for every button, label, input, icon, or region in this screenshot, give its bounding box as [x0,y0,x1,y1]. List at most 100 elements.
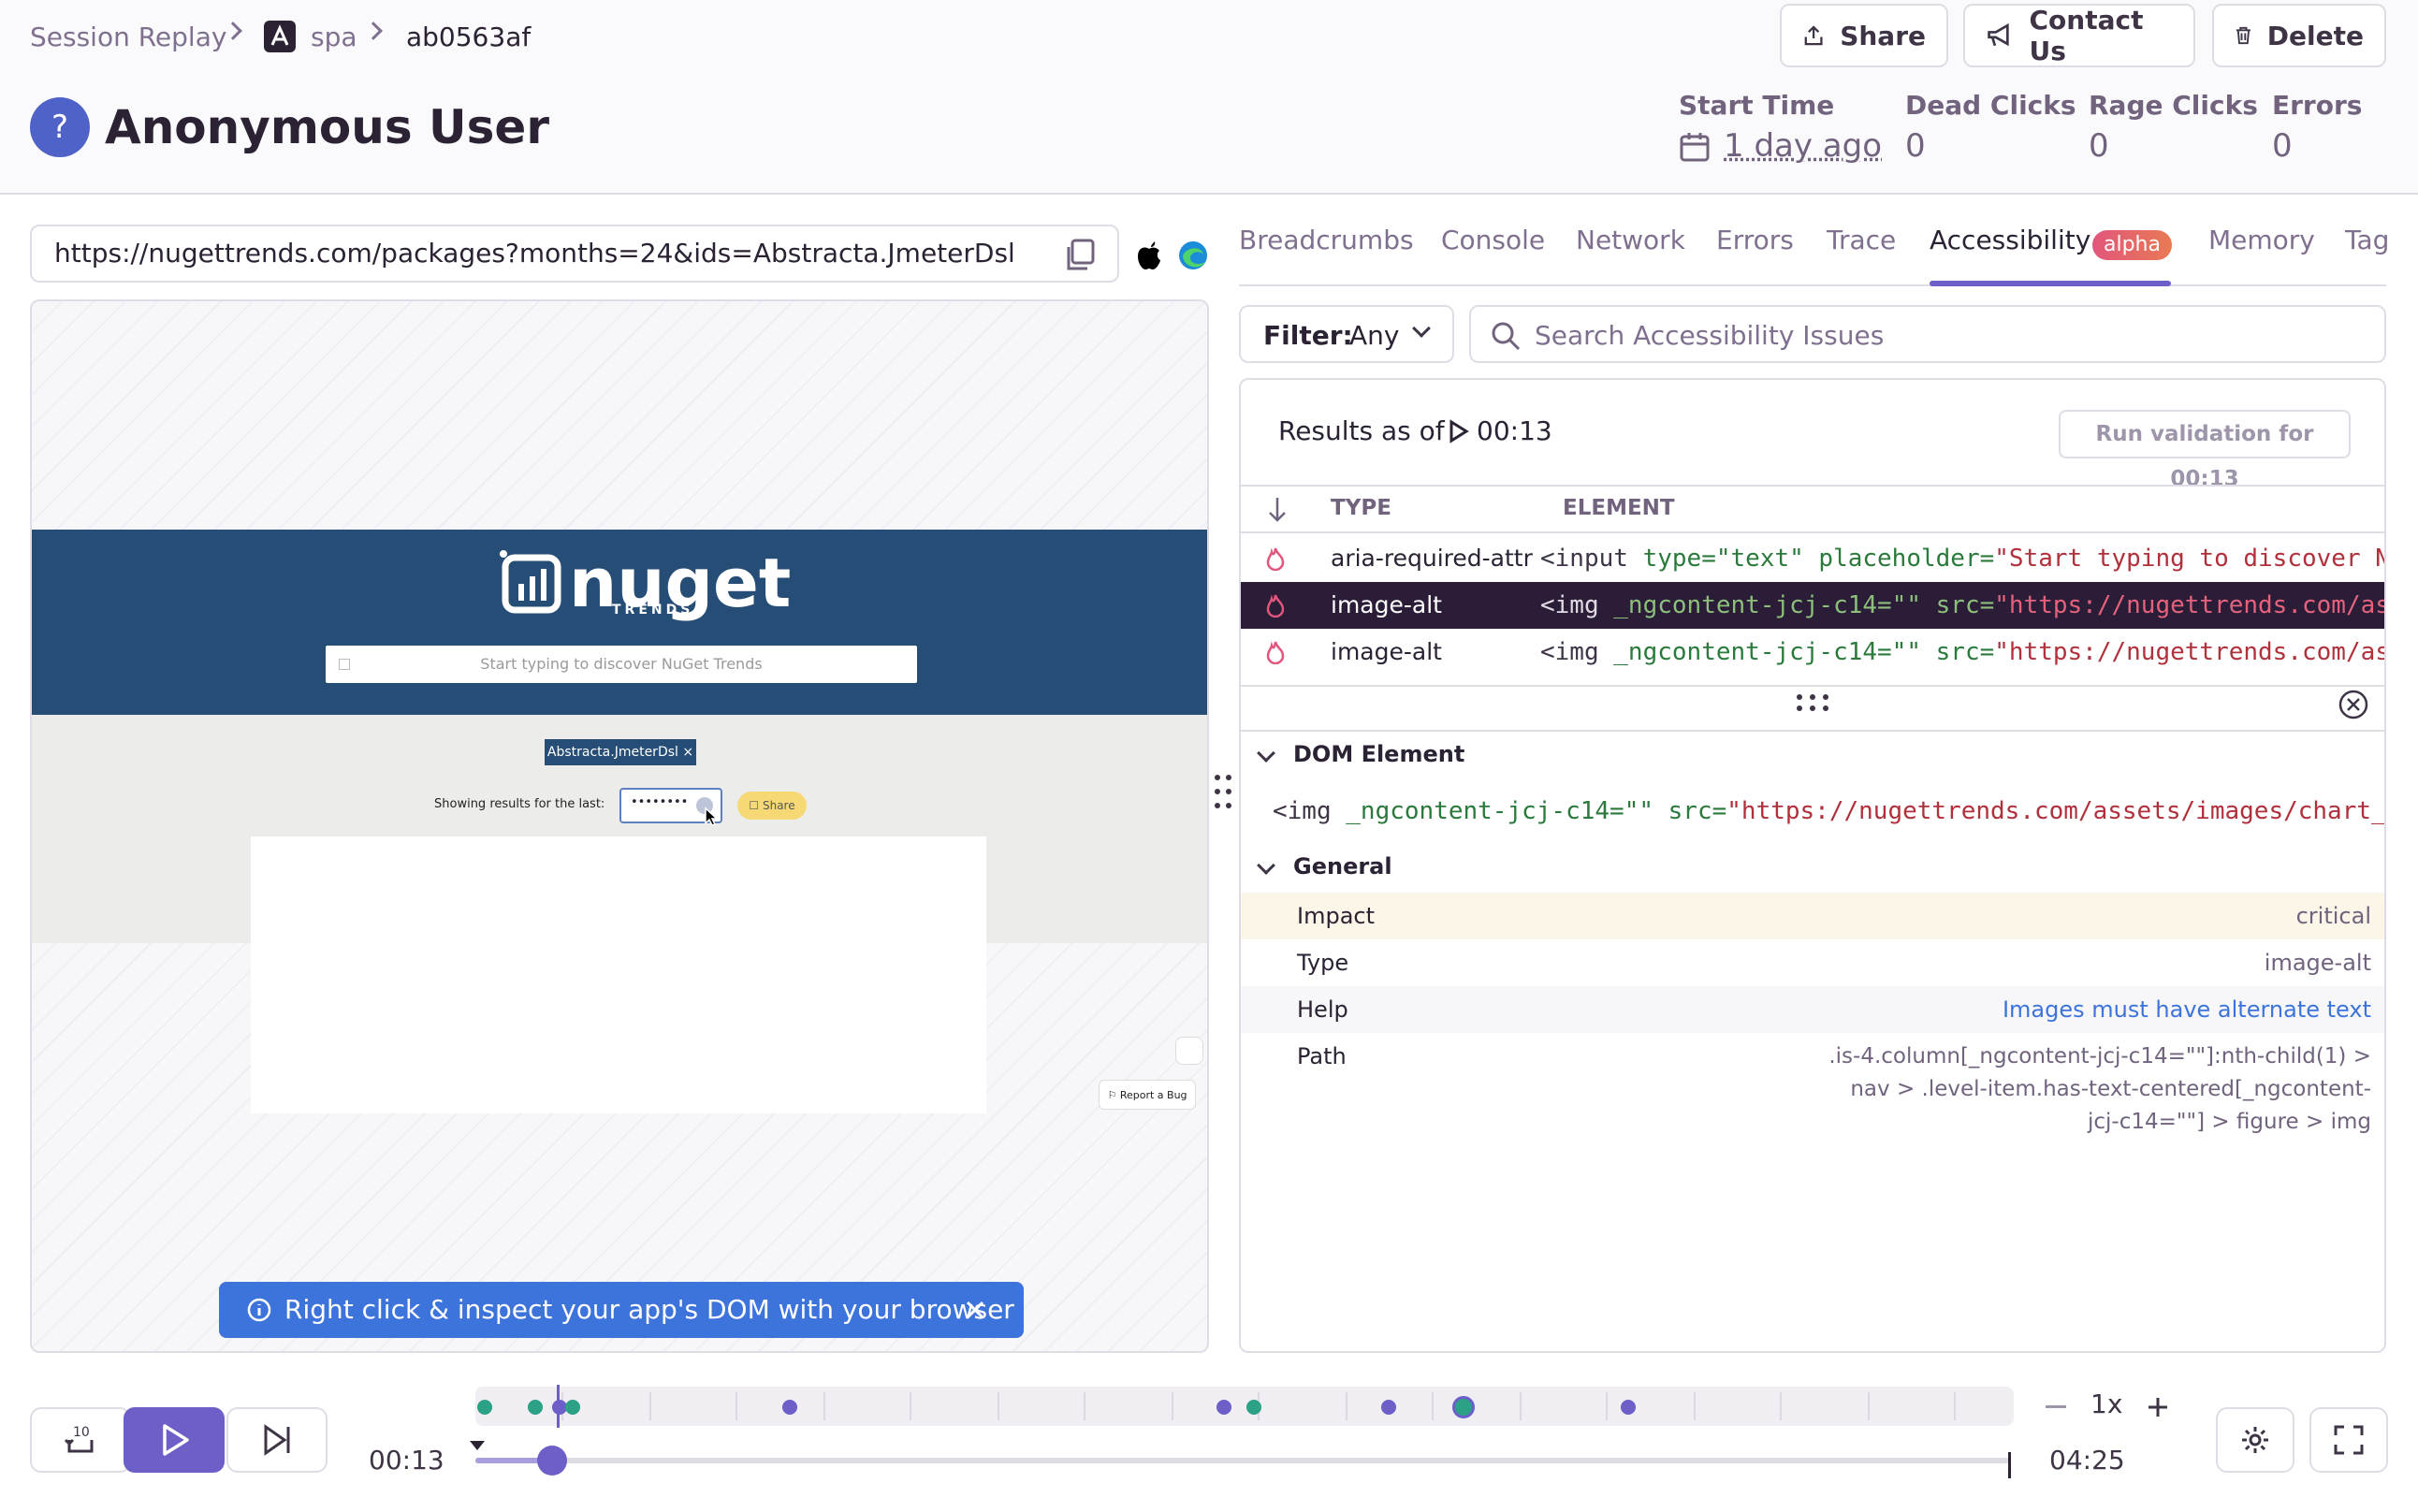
replay-header: Session Replay spa ab0563af ? Anonymous … [0,0,2418,195]
play-button[interactable] [124,1407,225,1473]
chevron-down-icon [1412,319,1431,338]
fire-icon [1266,594,1285,618]
breadcrumb-project[interactable]: spa [311,19,357,56]
settings-button[interactable] [2216,1407,2294,1473]
timeline-event-marker[interactable] [782,1400,797,1415]
path-value: .is-4.column[_ngcontent-jcj-c14=""]:nth-… [1828,1040,2371,1139]
path-line: jcj-c14=""] > figure > img [2088,1110,2371,1134]
timeline-tick [1172,1392,1173,1420]
svg-text:10: 10 [73,1425,90,1440]
skip-next-button[interactable] [226,1407,328,1473]
tab-tags[interactable]: Tag [2345,225,2389,255]
rewind-10s-button[interactable]: 10 [30,1407,131,1473]
timeline-playhead-line [557,1385,560,1428]
timeline-event-marker[interactable] [1216,1400,1231,1415]
path-line: .is-4.column[_ngcontent-jcj-c14=""]:nth-… [1828,1044,2371,1069]
playback-speed[interactable]: 1x [2090,1388,2122,1419]
total-time: 04:25 [2049,1445,2125,1476]
table-top-divider [1241,485,2384,487]
arrow-down-icon[interactable] [1267,496,1288,524]
breadcrumb-session-replay[interactable]: Session Replay [30,19,226,56]
dom-element-title[interactable]: DOM Element [1293,741,1464,767]
accessibility-panel: Results as of 00:13 Run validation for 0… [1239,378,2386,1353]
speed-decrease-icon[interactable] [2046,1405,2066,1408]
nuget-logo-subtext: TRENDS [612,603,694,618]
play-icon [1449,419,1469,443]
tab-trace[interactable]: Trace [1827,225,1896,255]
timeline-tick [1780,1392,1782,1420]
drag-handle-icon[interactable] [1795,692,1830,713]
filter-label: Filter: [1263,320,1353,351]
element-value: "Start typing to discover N [1994,545,2386,573]
fullscreen-button[interactable] [2309,1407,2388,1473]
timeline-tick [1954,1392,1956,1420]
filter-dropdown[interactable]: Filter: Any [1239,305,1454,363]
tab-network[interactable]: Network [1576,225,1685,255]
replay-share-button[interactable]: ☐ Share [737,792,807,820]
tab-breadcrumbs[interactable]: Breadcrumbs [1239,225,1414,255]
tab-memory[interactable]: Memory [2208,225,2315,255]
timeline-events-track[interactable] [475,1387,2014,1426]
scrubber-track[interactable] [475,1446,2010,1476]
detail-row-impact: Impact critical [1241,893,2384,939]
project-platform-icon [264,21,296,52]
path-line: nav > .level-item.has-text-centered[_ngc… [1850,1077,2371,1101]
showing-results-label: Showing results for the last: [434,797,605,811]
results-as-of-label: Results as of [1278,415,1445,446]
start-time-value[interactable]: 1 day ago [1724,127,1882,165]
replay-share-label: Share [762,799,795,812]
table-row-selected[interactable]: image-alt <img _ngcontent-jcj-c14="" src… [1241,582,2384,629]
report-bug-button[interactable]: ⚐ Report a Bug [1099,1080,1196,1110]
element-attrs: _ngcontent-jcj-c14="" src= [1598,638,1995,666]
alpha-badge: alpha [2092,230,2172,260]
timeline-event-marker[interactable] [1621,1400,1636,1415]
timeline-event-marker[interactable] [1246,1400,1261,1415]
chevron-down-icon[interactable] [1257,744,1275,763]
speed-increase-icon[interactable] [2147,1396,2169,1418]
close-icon[interactable] [964,1299,986,1321]
table-header-divider [1241,531,2384,533]
delete-button[interactable]: Delete [2212,4,2386,67]
chevron-down-icon[interactable] [1257,856,1275,875]
scrubber-thumb[interactable] [537,1446,567,1476]
help-link[interactable]: Images must have alternate text [2003,986,2371,1033]
filter-value: Any [1349,320,1400,351]
table-row[interactable]: image-alt <img _ngcontent-jcj-c14="" src… [1241,629,2384,676]
type-label: Type [1297,950,1349,976]
replay-site-header: nuget TRENDS Start typing to discover Nu… [32,530,1207,715]
timeline-event-marker[interactable] [565,1400,580,1415]
tab-errors[interactable]: Errors [1716,225,1794,255]
share-button[interactable]: Share [1780,4,1948,67]
errors-value: 0 [2272,127,2293,165]
close-details-icon[interactable] [2338,689,2369,720]
general-title[interactable]: General [1293,853,1392,880]
page-title: Anonymous User [105,100,549,154]
resize-handle-icon[interactable] [1213,773,1233,810]
contact-us-button[interactable]: Contact Us [1963,4,2195,67]
timeline-tick [649,1392,651,1420]
copy-icon[interactable] [1063,238,1097,271]
trim-start-marker[interactable] [470,1441,485,1450]
share-label: Share [1840,20,1926,51]
replay-player[interactable]: nuget TRENDS Start typing to discover Nu… [30,299,1209,1353]
run-validation-button[interactable]: Run validation for 00:13 [2059,410,2351,491]
fire-icon [1266,547,1285,571]
fire-icon [1266,641,1285,664]
timeline-event-marker[interactable] [1452,1396,1475,1418]
timeline-event-marker[interactable] [477,1400,492,1415]
timeline-event-marker[interactable] [1381,1400,1396,1415]
table-row[interactable]: aria-required-attr <input type="text" pl… [1241,535,2386,582]
dom-element-code: <img _ngcontent-jcj-c14="" src="https://… [1273,797,2384,825]
nuget-logo-icon [500,550,561,614]
package-tag[interactable]: Abstracta.JmeterDsl × [545,739,696,765]
contact-label: Contact Us [2029,5,2144,66]
search-input[interactable]: Search Accessibility Issues [1469,305,2386,363]
tab-accessibility[interactable]: Accessibility [1930,225,2090,255]
trim-end-marker[interactable] [2008,1452,2011,1478]
tab-console[interactable]: Console [1441,225,1545,255]
dead-clicks-label: Dead Clicks [1905,90,2076,121]
detail-row-help: Help Images must have alternate text [1241,986,2384,1033]
rage-clicks-label: Rage Clicks [2089,90,2258,121]
timeline-event-marker[interactable] [528,1400,543,1415]
replay-site-search[interactable]: Start typing to discover NuGet Trends [326,646,917,683]
